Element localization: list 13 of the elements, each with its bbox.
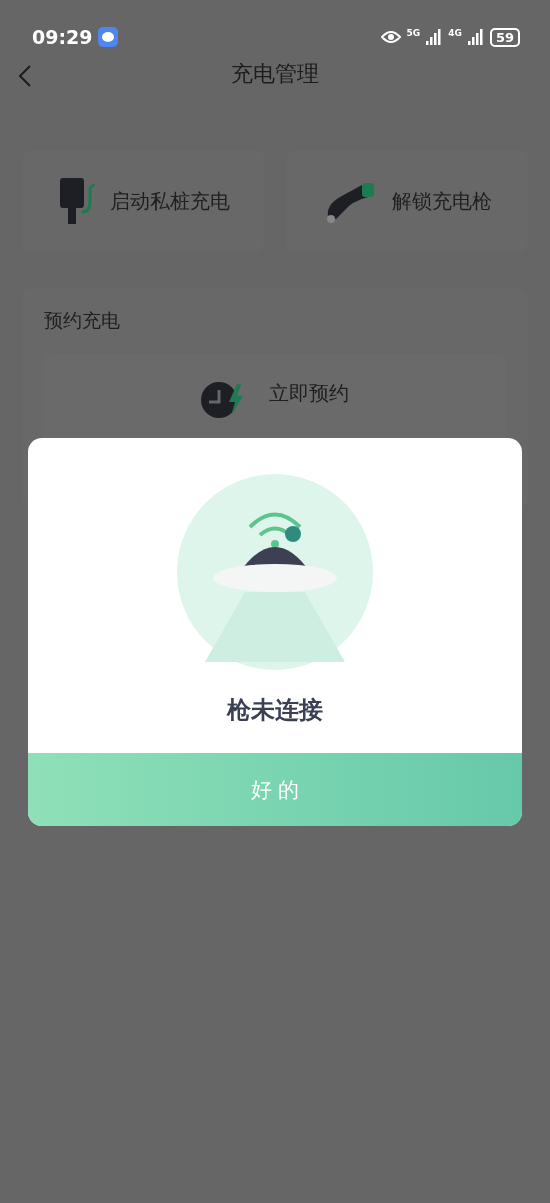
confirm-button[interactable]: 好 的 xyxy=(28,753,522,826)
network-label: 5G xyxy=(406,27,421,38)
status-time: 09:29 xyxy=(32,26,93,48)
page-title: 充电管理 xyxy=(231,60,319,88)
clock-bolt-icon xyxy=(201,380,245,420)
signal-icon xyxy=(426,29,443,45)
message-app-icon xyxy=(98,27,119,47)
battery-level: 59 xyxy=(489,27,520,47)
section-title: 预约充电 xyxy=(44,308,121,333)
eye-icon xyxy=(380,30,401,44)
network-label: 4G xyxy=(448,27,462,38)
signal-icon xyxy=(467,29,484,45)
dialog-message: 枪未连接 xyxy=(227,695,323,726)
